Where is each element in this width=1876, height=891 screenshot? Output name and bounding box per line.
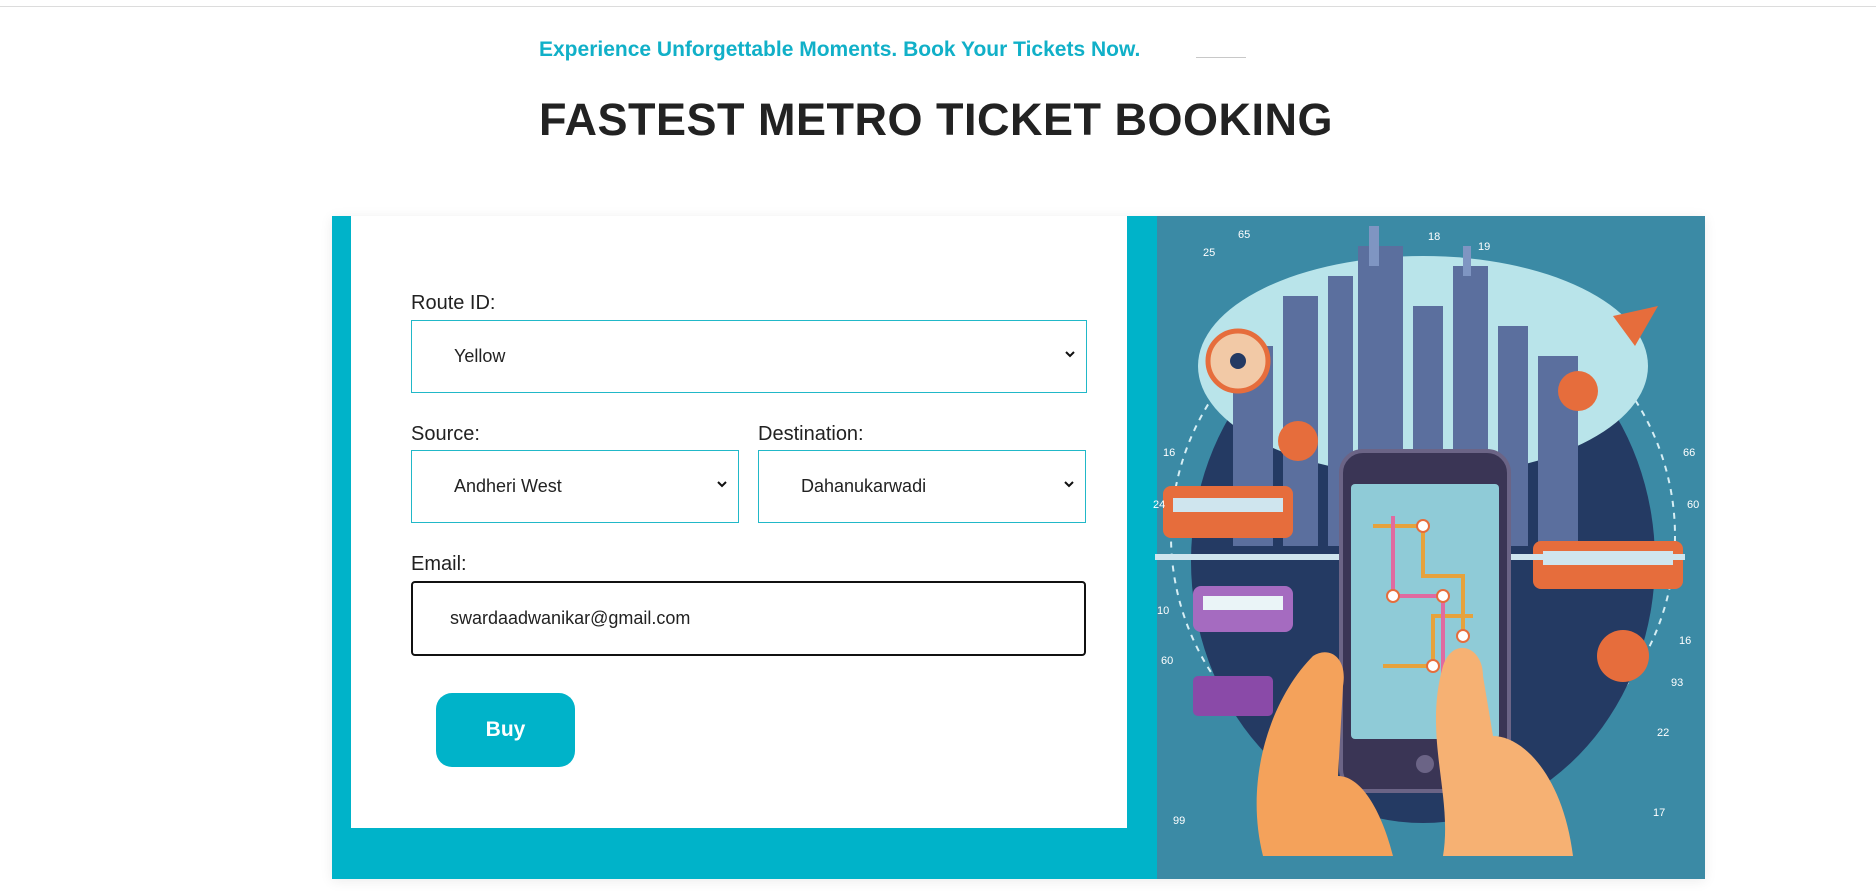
email-value: swardaadwanikar@gmail.com bbox=[450, 608, 691, 628]
svg-text:66: 66 bbox=[1683, 447, 1695, 459]
svg-text:24: 24 bbox=[1153, 499, 1165, 511]
route-id-select[interactable]: Yellow bbox=[411, 320, 1087, 393]
email-label: Email: bbox=[411, 553, 467, 575]
source-label: Source: bbox=[411, 423, 480, 445]
chevron-down-icon bbox=[717, 481, 727, 488]
svg-text:60: 60 bbox=[1687, 499, 1699, 511]
buy-button[interactable]: Buy bbox=[436, 693, 575, 767]
svg-text:18: 18 bbox=[1428, 231, 1440, 243]
page-title: FASTEST METRO TICKET BOOKING bbox=[539, 94, 1334, 145]
destination-value: Dahanukarwadi bbox=[801, 476, 927, 496]
chevron-down-icon bbox=[1065, 351, 1075, 358]
top-divider bbox=[0, 6, 1876, 7]
svg-text:65: 65 bbox=[1238, 229, 1250, 241]
email-input[interactable]: swardaadwanikar@gmail.com bbox=[411, 581, 1086, 656]
tagline: Experience Unforgettable Moments. Book Y… bbox=[539, 38, 1141, 61]
route-id-label: Route ID: bbox=[411, 292, 496, 314]
svg-text:22: 22 bbox=[1657, 727, 1669, 739]
chevron-down-icon bbox=[1064, 481, 1074, 488]
svg-text:19: 19 bbox=[1478, 241, 1490, 253]
svg-text:60: 60 bbox=[1161, 655, 1173, 667]
svg-text:93: 93 bbox=[1671, 677, 1683, 689]
svg-text:99: 99 bbox=[1173, 815, 1185, 827]
svg-text:25: 25 bbox=[1203, 247, 1215, 259]
destination-label: Destination: bbox=[758, 423, 864, 445]
svg-text:17: 17 bbox=[1653, 807, 1665, 819]
source-value: Andheri West bbox=[454, 476, 562, 496]
route-id-value: Yellow bbox=[454, 346, 506, 366]
svg-text:16: 16 bbox=[1163, 447, 1175, 459]
svg-text:10: 10 bbox=[1157, 605, 1169, 617]
svg-text:16: 16 bbox=[1679, 635, 1691, 647]
source-select[interactable]: Andheri West bbox=[411, 450, 739, 523]
destination-select[interactable]: Dahanukarwadi bbox=[758, 450, 1086, 523]
metro-app-illustration: 25 65 18 19 16 24 66 60 10 60 16 93 22 9… bbox=[1143, 216, 1705, 879]
tagline-underline bbox=[1196, 57, 1246, 58]
